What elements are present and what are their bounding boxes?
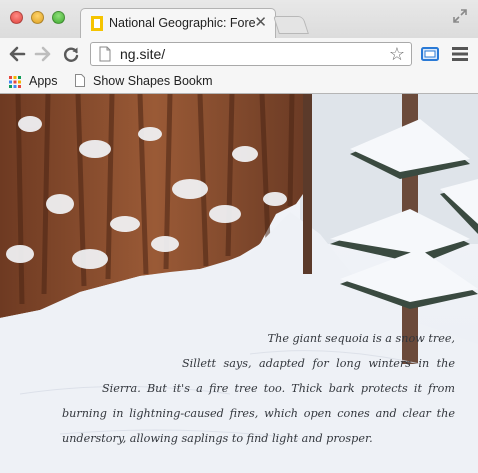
caption-line: understory, allowing saplings to find li… [62,432,373,445]
bookmark-page-icon [75,74,85,87]
article-caption: The giant sequoia is a snow tree, Sillet… [62,326,455,451]
apps-bookmark[interactable]: Apps [29,74,58,88]
minimize-window-button[interactable] [31,11,44,24]
caption-line: Sierra. But it's a fire tree too. Thick … [102,382,455,395]
forward-arrow-icon[interactable] [33,44,53,64]
close-window-button[interactable] [10,11,23,24]
bookmark-star-icon[interactable]: ☆ [389,44,405,64]
toolbar: ng.site/ ☆ [0,38,478,70]
tab-active[interactable]: National Geographic: Forest ✕ [80,8,276,38]
fullscreen-icon[interactable] [452,8,468,24]
show-shapes-bookmark[interactable]: Show Shapes Bookmarklet [93,74,213,88]
menu-icon[interactable] [452,47,468,61]
caption-line: The giant sequoia is a snow tree, [267,332,455,345]
maximize-window-button[interactable] [52,11,65,24]
page-icon [99,46,111,62]
tab-title: National Geographic: Forest [109,16,255,30]
browser-window: National Geographic: Forest ✕ ng.site/ ☆ [0,0,478,473]
tab-strip: National Geographic: Forest ✕ [0,0,478,38]
reload-icon[interactable] [61,44,81,64]
new-tab-button[interactable] [273,16,309,34]
back-arrow-icon[interactable] [7,44,27,64]
page-content: The giant sequoia is a snow tree, Sillet… [0,94,478,473]
national-geographic-favicon-icon [91,16,103,31]
address-bar[interactable]: ng.site/ ☆ [90,42,412,66]
tab-close-icon[interactable]: ✕ [254,14,267,32]
url-text[interactable]: ng.site/ [120,46,165,62]
caption-line: burning in lightning-caused fires, which… [62,407,455,420]
cast-icon[interactable] [421,47,439,61]
apps-grid-icon[interactable] [9,76,21,88]
caption-line: Sillett says, adapted for long winters i… [182,357,455,370]
bookmarks-bar: Apps Show Shapes Bookmarklet [0,70,478,94]
